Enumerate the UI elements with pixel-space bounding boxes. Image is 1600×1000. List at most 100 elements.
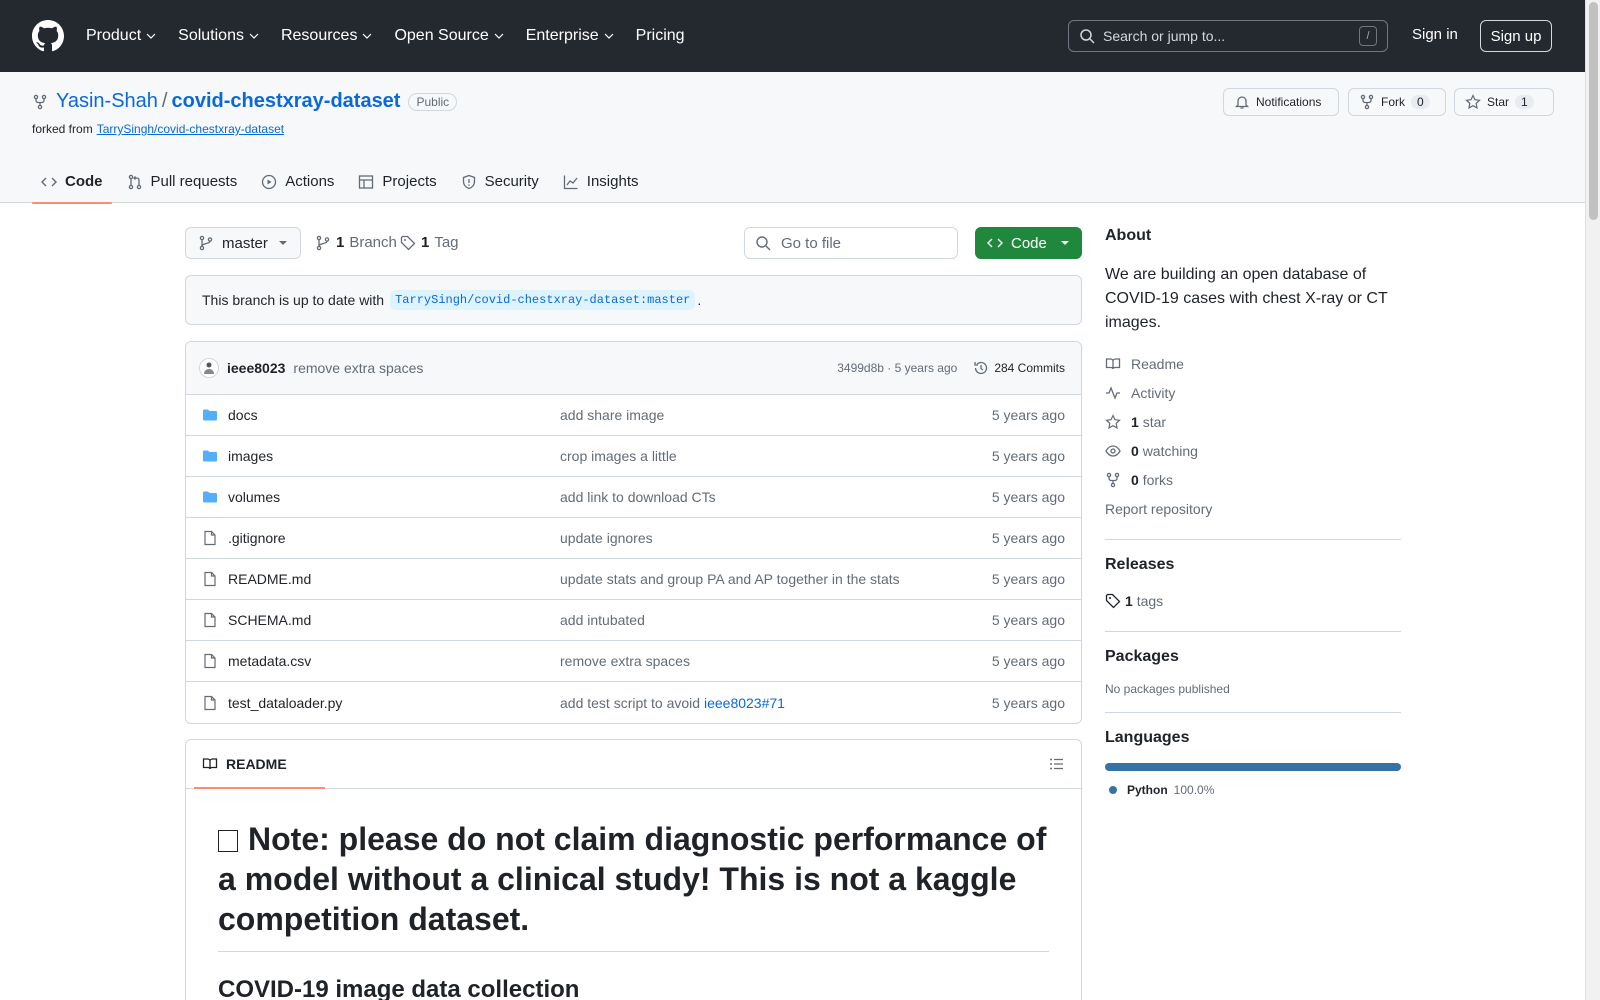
tab-insights[interactable]: Insights (554, 160, 648, 203)
stars-link[interactable]: 1 star (1105, 407, 1401, 436)
forked-from: forked fromTarrySingh/covid-chestxray-da… (32, 122, 284, 136)
commit-message-text: add share image (560, 407, 664, 423)
table-row[interactable]: metadata.csvremove extra spaces5 years a… (186, 641, 1081, 682)
tab-security[interactable]: Security (452, 160, 548, 203)
caret-down-icon (1060, 238, 1070, 248)
repo-title: Yasin-Shah / covid-chestxray-dataset Pub… (32, 90, 457, 113)
file-commit-message[interactable]: add intubated (560, 612, 645, 628)
repo-owner-link[interactable]: Yasin-Shah (56, 90, 158, 113)
chevron-down-icon (249, 31, 259, 41)
notifications-label: Notifications (1256, 95, 1321, 109)
star-button[interactable]: Star 1 (1454, 88, 1554, 116)
table-row[interactable]: test_dataloader.py add test script to avo… (186, 682, 1081, 723)
file-commit-message[interactable]: add test script to avoid ieee8023#71 (560, 695, 785, 711)
nav-label: Open Source (394, 27, 488, 45)
readme-heading: Note: please do not claim diagnostic per… (218, 819, 1049, 952)
branch-selector[interactable]: master (185, 227, 301, 259)
file-commit-message[interactable]: add share image (560, 407, 664, 423)
sign-in-link[interactable]: Sign in (1412, 26, 1458, 43)
language-item[interactable]: Python 100.0% (1105, 783, 1401, 797)
visibility-badge: Public (408, 93, 457, 111)
file-name-link[interactable]: metadata.csv (228, 653, 311, 669)
file-name-link[interactable]: test_dataloader.py (228, 695, 342, 711)
branch-status-text: This branch is up to date with (202, 292, 384, 308)
file-name-link[interactable]: .gitignore (228, 530, 286, 546)
nav-resources[interactable]: Resources (281, 27, 372, 45)
report-repository-link[interactable]: Report repository (1105, 494, 1401, 523)
table-row[interactable]: docsadd share image5 years ago (186, 395, 1081, 436)
repo-name-link[interactable]: covid-chestxray-dataset (171, 90, 400, 113)
file-icon (202, 530, 218, 546)
search-input[interactable]: Search or jump to... / (1068, 20, 1388, 52)
shield-icon (461, 174, 477, 190)
table-row[interactable]: SCHEMA.mdadd intubated5 years ago (186, 600, 1081, 641)
tab-actions[interactable]: Actions (252, 160, 343, 203)
file-commit-message[interactable]: update ignores (560, 530, 653, 546)
file-commit-message[interactable]: add link to download CTs (560, 489, 716, 505)
nav-label: Product (86, 27, 141, 45)
language-bar (1105, 763, 1401, 771)
page-scrollbar[interactable] (1585, 0, 1600, 1000)
tab-label: Actions (285, 173, 334, 190)
file-commit-message[interactable]: update stats and group PA and AP togethe… (560, 571, 900, 587)
notifications-button[interactable]: Notifications (1223, 88, 1339, 116)
tab-label: Security (485, 173, 539, 190)
list-unordered-icon[interactable] (1049, 756, 1065, 772)
code-dropdown-button[interactable]: Code (975, 227, 1082, 259)
table-icon (358, 174, 374, 190)
repo-header: Yasin-Shah / covid-chestxray-dataset Pub… (0, 72, 1585, 203)
file-name-link[interactable]: volumes (228, 489, 280, 505)
search-icon (1079, 28, 1095, 44)
upstream-ref-link[interactable]: TarrySingh/covid-chestxray-dataset:maste… (390, 290, 695, 310)
readme-header: README (186, 740, 1081, 789)
file-name-link[interactable]: docs (228, 407, 258, 423)
file-name-link[interactable]: images (228, 448, 273, 464)
packages-heading[interactable]: Packages (1105, 648, 1401, 666)
table-row[interactable]: README.md update stats and group PA and A… (186, 559, 1081, 600)
repo-tabs: Code Pull requests Actions Projects Secu… (32, 160, 648, 203)
file-commit-message[interactable]: crop images a little (560, 448, 677, 464)
divider (1105, 539, 1401, 540)
table-row[interactable]: .gitignoreupdate ignores5 years ago (186, 518, 1081, 559)
nav-open-source[interactable]: Open Source (394, 27, 503, 45)
fork-button[interactable]: Fork 0 (1348, 88, 1446, 116)
commit-message-link[interactable]: remove extra spaces (293, 360, 423, 376)
nav-product[interactable]: Product (86, 27, 156, 45)
file-name-link[interactable]: README.md (228, 571, 311, 587)
repo-separator: / (162, 90, 168, 113)
table-row[interactable]: volumesadd link to download CTs5 years a… (186, 477, 1081, 518)
about-description: We are building an open database of COVI… (1105, 263, 1401, 335)
nav-pricing[interactable]: Pricing (636, 27, 685, 45)
releases-heading[interactable]: Releases (1105, 556, 1401, 574)
table-row[interactable]: imagescrop images a little5 years ago (186, 436, 1081, 477)
branch-count-link[interactable]: 1Branch (315, 234, 397, 251)
avatar[interactable] (199, 358, 219, 378)
tag-count-link[interactable]: 1Tag (400, 234, 459, 251)
forks-link[interactable]: 0 forks (1105, 465, 1401, 494)
nav-label: Solutions (178, 27, 244, 45)
scrollbar-thumb[interactable] (1589, 2, 1598, 220)
nav-solutions[interactable]: Solutions (178, 27, 259, 45)
tab-projects[interactable]: Projects (349, 160, 445, 203)
readme-link[interactable]: Readme (1105, 349, 1401, 378)
star-icon (1105, 414, 1121, 430)
tags-link[interactable]: 1 tags (1105, 586, 1401, 615)
nav-enterprise[interactable]: Enterprise (526, 27, 614, 45)
tab-code[interactable]: Code (32, 160, 112, 203)
tab-pull-requests[interactable]: Pull requests (118, 160, 247, 203)
tab-readme[interactable]: README (202, 740, 287, 789)
commits-history-link[interactable]: 284 Commits (973, 360, 1065, 376)
file-name-link[interactable]: SCHEMA.md (228, 612, 311, 628)
activity-link[interactable]: Activity (1105, 378, 1401, 407)
issue-link[interactable]: ieee8023#71 (704, 695, 785, 711)
forked-from-link[interactable]: TarrySingh/covid-chestxray-dataset (97, 122, 284, 136)
sign-up-button[interactable]: Sign up (1480, 20, 1552, 52)
checkbox-glyph-icon (218, 830, 238, 852)
github-logo-icon[interactable] (32, 20, 64, 52)
commit-author-link[interactable]: ieee8023 (227, 360, 285, 376)
file-commit-message[interactable]: remove extra spaces (560, 653, 690, 669)
branch-icon (198, 235, 214, 251)
commit-meta[interactable]: 3499d8b · 5 years ago (837, 361, 957, 375)
go-to-file-input[interactable]: Go to file (744, 227, 958, 259)
watching-link[interactable]: 0 watching (1105, 436, 1401, 465)
